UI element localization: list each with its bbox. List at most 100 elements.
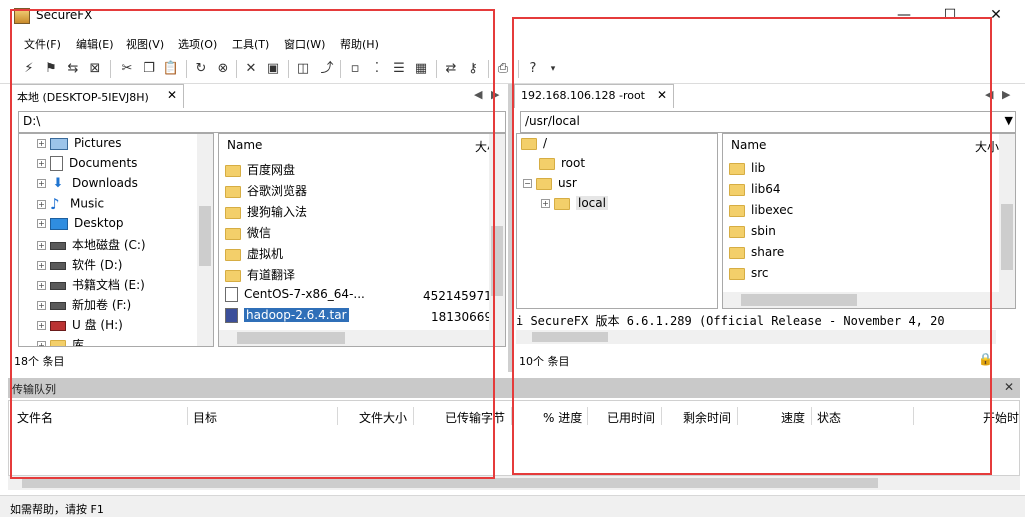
properties-icon[interactable]: ▣ (262, 58, 284, 80)
column-header-start-time[interactable]: 开始时 (983, 409, 1019, 426)
list-item[interactable]: sbin (729, 224, 776, 245)
menu-options[interactable]: 选项(O) (178, 36, 217, 52)
tree-item-drive-h[interactable]: + U 盘 (H:) (37, 316, 123, 336)
list-item[interactable]: CentOS-7-x86_64-... (225, 287, 365, 308)
list-view-icon[interactable]: ☰ (388, 58, 410, 80)
list-item[interactable]: libexec (729, 203, 793, 224)
tree-item-library[interactable]: + 库 (37, 336, 84, 346)
expand-icon[interactable]: + (37, 159, 46, 168)
list-item[interactable]: 搜狗输入法 (225, 203, 307, 224)
column-divider[interactable] (337, 407, 338, 425)
expand-icon[interactable]: + (37, 179, 46, 188)
tree-item-drive-f[interactable]: + 新加卷 (F:) (37, 296, 131, 316)
expand-icon[interactable]: + (37, 199, 46, 209)
list-item[interactable]: 虚拟机 (225, 245, 283, 266)
menu-file[interactable]: 文件(F) (24, 36, 61, 52)
left-path-input[interactable]: D:\ (18, 111, 506, 133)
tab-remote[interactable]: 192.168.106.128 -root ✕ (514, 84, 674, 108)
scroll-thumb[interactable] (199, 206, 211, 266)
left-list-vscrollbar[interactable] (489, 134, 505, 330)
log-hscrollbar[interactable] (516, 330, 996, 344)
scroll-thumb[interactable] (1001, 204, 1013, 270)
small-icons-icon[interactable]: ⁚ (366, 58, 388, 80)
list-item[interactable]: src (729, 266, 769, 287)
menu-edit[interactable]: 编辑(E) (76, 36, 114, 52)
list-item[interactable]: 有道翻译 (225, 266, 295, 287)
queue-hscrollbar[interactable] (8, 476, 1020, 490)
scroll-thumb[interactable] (491, 226, 503, 296)
stop-icon[interactable]: ⊗ (212, 58, 234, 80)
details-view-icon[interactable]: ▦ (410, 58, 432, 80)
list-item[interactable]: 百度网盘 (225, 161, 295, 182)
column-divider[interactable] (913, 407, 914, 425)
paste-icon[interactable]: 📋 (160, 58, 182, 80)
tree-item-usr[interactable]: − usr (523, 176, 577, 196)
scroll-thumb[interactable] (532, 332, 608, 342)
tab-next-icon[interactable]: ▶ (1002, 88, 1010, 101)
tab-next-icon[interactable]: ▶ (491, 88, 499, 101)
maximize-button[interactable]: ☐ (927, 0, 973, 30)
right-list-hscrollbar[interactable] (723, 292, 1015, 308)
expand-icon[interactable]: + (37, 301, 46, 310)
column-divider[interactable] (511, 407, 512, 425)
expand-icon[interactable]: + (37, 139, 46, 148)
expand-icon[interactable]: + (37, 219, 46, 228)
delete-icon[interactable]: ✕ (240, 58, 262, 80)
column-header-transferred-bytes[interactable]: 已传输字节 (445, 409, 505, 426)
expand-icon[interactable]: + (37, 281, 46, 290)
column-divider[interactable] (661, 407, 662, 425)
tab-prev-icon[interactable]: ◀ (985, 88, 993, 101)
menu-tools[interactable]: 工具(T) (232, 36, 269, 52)
tree-item-root-slash[interactable]: / (521, 136, 547, 156)
column-header-elapsed-time[interactable]: 已用时间 (607, 409, 655, 426)
column-header-target[interactable]: 目标 (193, 409, 217, 426)
path-dropdown-icon[interactable]: ▼ (1005, 114, 1013, 127)
column-header-status[interactable]: 状态 (817, 409, 841, 426)
list-item[interactable]: 谷歌浏览器 (225, 182, 307, 203)
list-item-selected[interactable]: hadoop-2.6.4.tar (225, 308, 349, 329)
tab-prev-icon[interactable]: ◀ (474, 88, 482, 101)
pane-splitter[interactable] (508, 84, 512, 372)
tree-item-downloads[interactable]: + ⬇ Downloads (37, 176, 138, 196)
collapse-icon[interactable]: − (523, 179, 532, 188)
queue-close-icon[interactable]: ✕ (1004, 380, 1014, 394)
help-icon[interactable]: ? (522, 58, 544, 80)
list-item[interactable]: share (729, 245, 784, 266)
tree-item-root[interactable]: root (539, 156, 585, 176)
synchronize-icon[interactable]: ⇄ (440, 58, 462, 80)
right-path-input[interactable]: /usr/local ▼ (520, 111, 1016, 133)
column-divider[interactable] (737, 407, 738, 425)
disconnect-icon[interactable]: ⊠ (84, 58, 106, 80)
key-agent-icon[interactable]: ⚷ (462, 58, 484, 80)
parent-folder-icon[interactable]: ⤴ (316, 58, 338, 80)
left-tree-vscrollbar[interactable] (197, 134, 213, 346)
tree-item-drive-c[interactable]: + 本地磁盘 (C:) (37, 236, 146, 256)
column-header-size[interactable]: 大小 (975, 138, 999, 155)
tab-close-icon[interactable]: ✕ (657, 88, 667, 102)
tree-item-drive-d[interactable]: + 软件 (D:) (37, 256, 122, 276)
menu-help[interactable]: 帮助(H) (340, 36, 379, 52)
scroll-thumb[interactable] (22, 478, 878, 488)
right-list-vscrollbar[interactable] (999, 134, 1015, 292)
scroll-thumb[interactable] (741, 294, 857, 306)
copy-icon[interactable]: ❐ (138, 58, 160, 80)
column-header-remaining-time[interactable]: 剩余时间 (683, 409, 731, 426)
expand-icon[interactable]: + (37, 241, 46, 250)
tree-item-drive-e[interactable]: + 书籍文档 (E:) (37, 276, 145, 296)
column-divider[interactable] (187, 407, 188, 425)
column-divider[interactable] (811, 407, 812, 425)
close-button[interactable]: ✕ (973, 0, 1019, 30)
connect-tab-icon[interactable]: ⇆ (62, 58, 84, 80)
column-divider[interactable] (413, 407, 414, 425)
tree-item-desktop[interactable]: + Desktop (37, 216, 124, 236)
connect-icon[interactable]: ⚡ (18, 58, 40, 80)
column-divider[interactable] (587, 407, 588, 425)
expand-icon[interactable]: + (37, 341, 46, 346)
column-header-name[interactable]: Name (731, 138, 766, 152)
minimize-button[interactable]: — (881, 0, 927, 30)
expand-icon[interactable]: + (37, 321, 46, 330)
print-icon[interactable]: ⎙ (492, 58, 514, 80)
expand-icon[interactable]: + (541, 199, 550, 208)
column-header-speed[interactable]: 速度 (781, 409, 805, 426)
split-view-icon[interactable]: ◫ (292, 58, 314, 80)
